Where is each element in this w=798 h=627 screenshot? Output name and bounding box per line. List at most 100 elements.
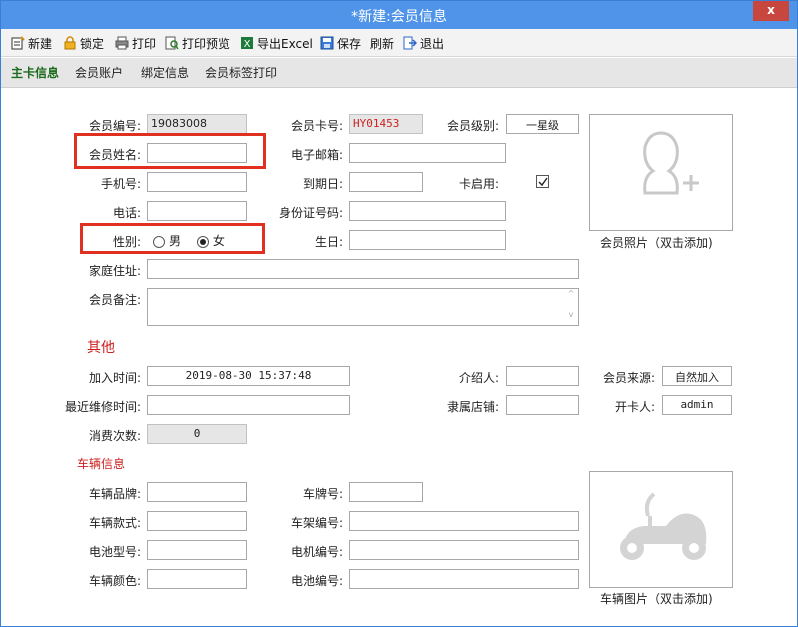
email-label: 电子邮箱: xyxy=(290,148,343,162)
battery-model-field[interactable] xyxy=(147,540,247,560)
export-excel-button[interactable]: X 导出Excel xyxy=(240,34,313,52)
address-field[interactable] xyxy=(147,259,579,279)
exit-icon xyxy=(403,36,418,50)
tab-binding-info[interactable]: 绑定信息 xyxy=(141,64,189,81)
plate-label: 车牌号: xyxy=(302,487,343,501)
mobile-field[interactable] xyxy=(147,172,247,192)
frame-no-field[interactable] xyxy=(349,511,579,531)
save-button[interactable]: 保存 xyxy=(320,34,361,52)
vehicle-section-title: 车辆信息 xyxy=(77,457,126,471)
member-photo-box[interactable] xyxy=(589,114,733,231)
store-field[interactable] xyxy=(506,395,579,415)
vehicle-brand-field[interactable] xyxy=(147,482,247,502)
birthday-field[interactable] xyxy=(349,230,506,250)
checkmark-icon xyxy=(538,177,548,187)
vehicle-model-label: 车辆款式: xyxy=(88,516,141,530)
opener-field[interactable]: admin xyxy=(662,395,732,415)
title-bar: *新建:会员信息 x xyxy=(1,1,797,29)
email-field[interactable] xyxy=(349,143,506,163)
save-label: 保存 xyxy=(337,36,362,51)
battery-no-field[interactable] xyxy=(349,569,579,589)
vehicle-photo-box[interactable] xyxy=(589,471,733,588)
consume-count-label: 消费次数: xyxy=(88,429,141,443)
scooter-icon xyxy=(620,492,707,560)
lock-label: 锁定 xyxy=(80,36,105,51)
tab-bar: 主卡信息 会员账户 绑定信息 会员标签打印 xyxy=(1,58,797,88)
opener-label: 开卡人: xyxy=(614,400,655,414)
lock-icon xyxy=(63,36,77,50)
tab-main-card-info[interactable]: 主卡信息 xyxy=(11,64,59,81)
referrer-label: 介绍人: xyxy=(458,371,499,385)
refresh-label: 刷新 xyxy=(370,36,395,51)
main-card-panel: 会员编号: 19083008 会员姓名: 手机号: 电话: 性别: 男 女 家庭… xyxy=(1,89,797,626)
tab-member-account[interactable]: 会员账户 xyxy=(75,64,123,81)
new-button[interactable]: 新建 xyxy=(11,34,52,52)
print-preview-label: 打印预览 xyxy=(182,36,231,51)
store-label: 隶属店铺: xyxy=(446,400,499,414)
join-time-field[interactable]: 2019-08-30 15:37:48 xyxy=(147,366,350,386)
remark-field[interactable]: ^ v xyxy=(147,288,579,326)
print-preview-icon xyxy=(165,36,179,50)
consume-count-field: 0 xyxy=(147,424,247,444)
member-no-field: 19083008 xyxy=(147,114,247,134)
motor-no-field[interactable] xyxy=(349,540,579,560)
new-document-icon xyxy=(11,36,25,50)
toolbar: 新建 锁定 打印 打印预览 X 导出Excel 保存 刷新 退出 xyxy=(1,29,797,57)
birthday-label: 生日: xyxy=(314,235,343,249)
card-no-field: HY01453 xyxy=(349,114,423,134)
window-title: *新建:会员信息 xyxy=(351,9,447,25)
print-button[interactable]: 打印 xyxy=(115,34,156,52)
member-photo-caption: 会员照片（双击添加) xyxy=(600,236,713,250)
battery-model-label: 电池型号: xyxy=(88,545,141,559)
id-no-field[interactable] xyxy=(349,201,506,221)
vehicle-color-label: 车辆颜色: xyxy=(88,574,141,588)
mobile-label: 手机号: xyxy=(100,177,141,191)
scroll-down-icon[interactable]: v xyxy=(564,310,578,319)
exit-button[interactable]: 退出 xyxy=(403,34,444,52)
new-label: 新建 xyxy=(28,36,53,51)
join-time-label: 加入时间: xyxy=(88,371,141,385)
phone-field[interactable] xyxy=(147,201,247,221)
level-select[interactable]: 一星级 xyxy=(506,114,579,134)
last-repair-field[interactable] xyxy=(147,395,350,415)
member-info-window: *新建:会员信息 x 新建 锁定 打印 打印预览 X 导出Excel 保存 刷新… xyxy=(0,0,798,627)
source-label: 会员来源: xyxy=(602,371,655,385)
other-section-title: 其他 xyxy=(87,340,115,356)
refresh-button[interactable]: 刷新 xyxy=(370,34,394,52)
save-icon xyxy=(320,36,334,50)
address-label: 家庭住址: xyxy=(88,264,141,278)
scroll-up-icon[interactable]: ^ xyxy=(564,289,578,298)
member-no-label: 会员编号: xyxy=(88,119,141,133)
exit-label: 退出 xyxy=(420,36,445,51)
excel-icon: X xyxy=(240,36,254,50)
plate-field[interactable] xyxy=(349,482,423,502)
phone-label: 电话: xyxy=(112,206,141,220)
source-select[interactable]: 自然加入 xyxy=(662,366,732,386)
export-excel-label: 导出Excel xyxy=(257,36,313,51)
vehicle-color-field[interactable] xyxy=(147,569,247,589)
print-preview-button[interactable]: 打印预览 xyxy=(165,34,230,52)
tab-member-label-print[interactable]: 会员标签打印 xyxy=(205,64,277,81)
print-label: 打印 xyxy=(132,36,157,51)
remark-label: 会员备注: xyxy=(88,293,141,307)
expire-date-field[interactable] xyxy=(349,172,423,192)
close-button[interactable]: x xyxy=(753,1,789,21)
referrer-field[interactable] xyxy=(506,366,579,386)
svg-text:X: X xyxy=(244,39,251,50)
expire-date-label: 到期日: xyxy=(302,177,343,191)
card-no-label: 会员卡号: xyxy=(290,119,343,133)
motor-no-label: 电机编号: xyxy=(290,545,343,559)
battery-no-label: 电池编号: xyxy=(290,574,343,588)
vehicle-photo-caption: 车辆图片（双击添加) xyxy=(600,592,713,606)
vehicle-brand-label: 车辆品牌: xyxy=(88,487,141,501)
remark-scrollbar[interactable]: ^ v xyxy=(564,289,578,325)
level-label: 会员级别: xyxy=(446,119,499,133)
id-no-label: 身份证号码: xyxy=(278,206,343,220)
printer-icon xyxy=(115,36,129,50)
vehicle-model-field[interactable] xyxy=(147,511,247,531)
name-highlight-box xyxy=(74,133,266,169)
gender-highlight-box xyxy=(80,223,265,254)
last-repair-label: 最近维修时间: xyxy=(64,400,141,414)
card-enabled-checkbox[interactable] xyxy=(536,175,549,188)
lock-button[interactable]: 锁定 xyxy=(63,34,104,52)
